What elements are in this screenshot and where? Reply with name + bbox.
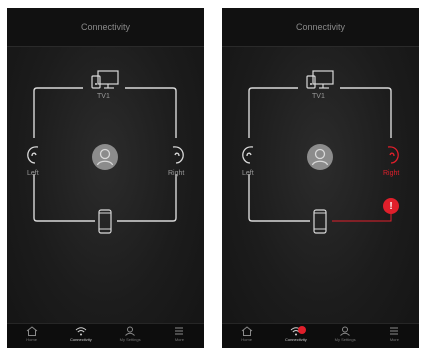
tv-icon[interactable] [305, 70, 335, 92]
tab-more[interactable]: More [370, 324, 419, 348]
tab-home[interactable]: Home [7, 324, 56, 348]
person-icon [340, 326, 350, 336]
menu-icon [175, 327, 184, 335]
right-label: Right [383, 170, 400, 177]
tab-bar: Home Connectivity My Settings More [222, 323, 419, 348]
phone-screen-normal: Connectivity TV1 Left Right Home Connect… [7, 8, 204, 348]
right-hearing-aid-icon[interactable] [382, 143, 402, 169]
tab-label: Connectivity [69, 337, 92, 342]
phone-screen-error: Connectivity TV1 Left Right ! Home Conne… [222, 8, 419, 348]
menu-icon [390, 327, 399, 335]
tv-label: TV1 [312, 93, 325, 100]
tab-home[interactable]: Home [222, 324, 271, 348]
error-badge-text: ! [389, 200, 393, 212]
left-label: Left [27, 170, 39, 177]
home-icon [26, 326, 37, 336]
right-label: Right [168, 170, 185, 177]
tab-connectivity[interactable]: Connectivity [271, 324, 320, 348]
home-icon [241, 326, 252, 336]
notification-badge [298, 326, 307, 334]
tv-icon[interactable] [90, 70, 120, 92]
left-hearing-aid-icon[interactable] [239, 143, 259, 169]
left-label: Left [242, 170, 254, 177]
error-line [332, 214, 392, 222]
phone-icon[interactable] [98, 209, 112, 234]
page-title: Connectivity [80, 22, 131, 32]
title-bar: Connectivity [222, 8, 419, 47]
tab-more[interactable]: More [155, 324, 204, 348]
person-icon [125, 326, 135, 336]
left-hearing-aid-icon[interactable] [24, 143, 44, 169]
wifi-icon [75, 327, 87, 336]
right-hearing-aid-icon[interactable] [167, 143, 187, 169]
tab-label: My Settings [119, 337, 141, 342]
tab-label: My Settings [334, 337, 356, 342]
tab-label: More [389, 337, 399, 342]
tv-label: TV1 [97, 93, 110, 100]
tab-my-settings[interactable]: My Settings [106, 324, 155, 348]
tab-my-settings[interactable]: My Settings [321, 324, 370, 348]
tab-label: Connectivity [284, 337, 307, 342]
tab-label: Home [241, 337, 252, 342]
page-title: Connectivity [295, 22, 346, 32]
connectivity-diagram: TV1 Left Right ! [222, 46, 419, 286]
tab-connectivity[interactable]: Connectivity [56, 324, 105, 348]
avatar-icon[interactable] [307, 144, 333, 170]
tab-label: More [174, 337, 184, 342]
title-bar: Connectivity [7, 8, 204, 47]
error-alert-icon[interactable]: ! [383, 198, 399, 214]
tab-label: Home [26, 337, 37, 342]
tab-bar: Home Connectivity My Settings More [7, 323, 204, 348]
connectivity-diagram: TV1 Left Right [7, 46, 204, 286]
phone-icon[interactable] [313, 209, 327, 234]
avatar-icon[interactable] [92, 144, 118, 170]
